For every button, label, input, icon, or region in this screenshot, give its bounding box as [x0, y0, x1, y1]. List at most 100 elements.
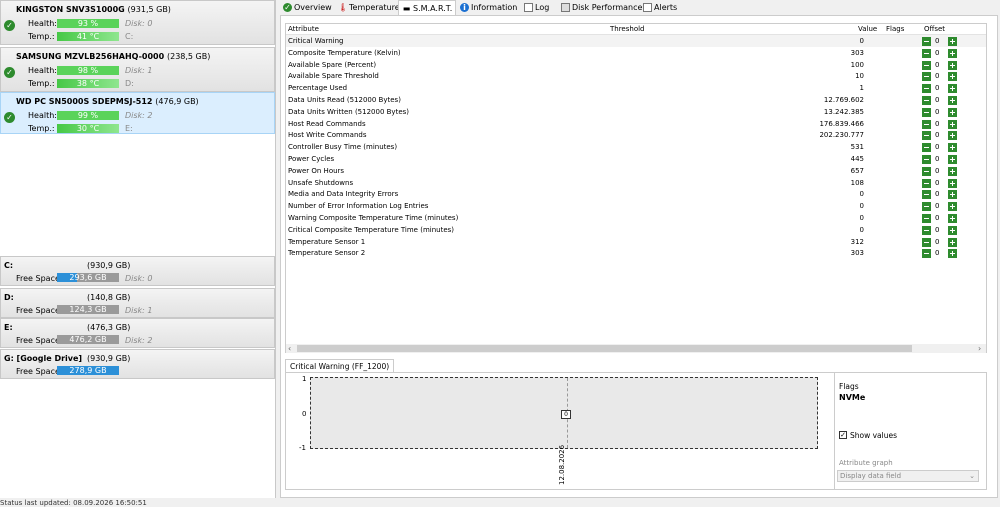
decrement-icon[interactable] [922, 214, 931, 223]
table-header: Attribute Threshold Value Flags Offset [286, 24, 986, 35]
table-row[interactable]: Data Units Read (512000 Bytes) 12.769.60… [286, 94, 986, 106]
offset-control: 0 [922, 201, 958, 212]
log-icon [524, 3, 533, 12]
graph-plot: 0 [310, 377, 818, 449]
volume-card[interactable]: D: (140,8 GB) Free Space 124,3 GB Disk: … [0, 288, 275, 318]
increment-icon[interactable] [948, 143, 957, 153]
offset-value: 0 [935, 225, 940, 234]
attribute-graph-select[interactable]: Display data field ⌄ [837, 470, 979, 482]
temp-bar: 30 °C [57, 124, 119, 133]
decrement-icon[interactable] [922, 72, 931, 82]
increment-icon[interactable] [948, 72, 957, 82]
show-values-checkbox[interactable]: ✓ [839, 431, 847, 439]
col-value[interactable]: Value [858, 25, 877, 33]
tab-disk-performance[interactable]: Disk Performance [558, 0, 642, 15]
increment-icon[interactable] [948, 249, 957, 259]
table-row[interactable]: Temperature Sensor 1 312 0 [286, 236, 986, 248]
table-row[interactable]: Critical Composite Temperature Time (min… [286, 224, 986, 236]
table-row[interactable]: Temperature Sensor 2 303 0 [286, 247, 986, 259]
table-row[interactable]: Media and Data Integrity Errors 0 0 [286, 188, 986, 200]
table-row[interactable]: Unsafe Shutdowns 108 0 [286, 177, 986, 189]
decrement-icon[interactable] [922, 37, 931, 46]
tab-temperature[interactable]: 🌡 Temperature [335, 0, 400, 15]
increment-icon[interactable] [948, 237, 957, 247]
scroll-left-icon[interactable]: ‹ [288, 344, 291, 353]
increment-icon[interactable] [948, 84, 957, 94]
col-attribute[interactable]: Attribute [288, 25, 319, 33]
decrement-icon[interactable] [922, 119, 931, 129]
increment-icon[interactable] [948, 225, 957, 235]
table-row[interactable]: Available Spare (Percent) 100 0 [286, 59, 986, 71]
disk-card[interactable]: KINGSTON SNV3S1000G (931,5 GB) ✓ Health:… [0, 0, 275, 45]
offset-control: 0 [922, 154, 958, 164]
volume-card[interactable]: G: [Google Drive] (930,9 GB) Free Space … [0, 349, 275, 379]
increment-icon[interactable] [948, 48, 957, 58]
col-offset[interactable]: Offset [924, 25, 945, 33]
increment-icon[interactable] [948, 107, 957, 117]
thermometer-icon: 🌡 [338, 3, 349, 12]
increment-icon[interactable] [948, 60, 957, 70]
increment-icon[interactable] [948, 214, 957, 223]
decrement-icon[interactable] [922, 143, 931, 153]
tab-information[interactable]: i Information [457, 0, 517, 15]
tab-overview[interactable]: ✓ Overview [280, 0, 332, 15]
increment-icon[interactable] [948, 155, 957, 164]
decrement-icon[interactable] [922, 202, 931, 212]
decrement-icon[interactable] [922, 237, 931, 247]
col-threshold[interactable]: Threshold [610, 25, 645, 33]
attribute-name: Temperature Sensor 2 [288, 249, 366, 258]
increment-icon[interactable] [948, 190, 957, 200]
table-row[interactable]: Host Read Commands 176.839.466 0 [286, 118, 986, 130]
scroll-thumb[interactable] [297, 345, 912, 352]
table-row[interactable]: Controller Busy Time (minutes) 531 0 [286, 141, 986, 153]
table-row[interactable]: Critical Warning 0 0 [286, 35, 986, 47]
tab-log[interactable]: Log [521, 0, 549, 15]
table-row[interactable]: Data Units Written (512000 Bytes) 13.242… [286, 106, 986, 118]
attribute-name: Warning Composite Temperature Time (minu… [288, 214, 459, 222]
decrement-icon[interactable] [922, 48, 931, 58]
table-row[interactable]: Number of Error Information Log Entries … [286, 200, 986, 212]
increment-icon[interactable] [948, 37, 957, 46]
decrement-icon[interactable] [922, 107, 931, 117]
show-values-label[interactable]: Show values [850, 431, 897, 440]
increment-icon[interactable] [948, 96, 957, 105]
decrement-icon[interactable] [922, 166, 931, 176]
decrement-icon[interactable] [922, 155, 931, 164]
offset-control: 0 [922, 36, 958, 46]
table-row[interactable]: Power Cycles 445 0 [286, 153, 986, 165]
disk-card[interactable]: WD PC SN5000S SDEPMSJ-512 (476,9 GB) ✓ H… [0, 92, 275, 134]
table-row[interactable]: Warning Composite Temperature Time (minu… [286, 212, 986, 224]
increment-icon[interactable] [948, 131, 957, 141]
health-bar: 99 % [57, 111, 119, 120]
table-row[interactable]: Composite Temperature (Kelvin) 303 0 [286, 47, 986, 59]
tab-alerts[interactable]: Alerts [640, 0, 677, 15]
disk-card[interactable]: SAMSUNG MZVLB256HAHQ-0000 (238,5 GB) ✓ H… [0, 47, 275, 92]
health-bar: 93 % [57, 19, 119, 28]
decrement-icon[interactable] [922, 190, 931, 200]
table-row[interactable]: Host Write Commands 202.230.777 0 [286, 129, 986, 141]
decrement-icon[interactable] [922, 60, 931, 70]
decrement-icon[interactable] [922, 84, 931, 94]
horizontal-scrollbar[interactable]: ‹ › [286, 344, 986, 353]
attribute-value: 531 [850, 143, 864, 152]
offset-value: 0 [935, 155, 940, 163]
decrement-icon[interactable] [922, 225, 931, 235]
table-row[interactable]: Power On Hours 657 0 [286, 165, 986, 177]
tab-smart[interactable]: ▬ S.M.A.R.T. [398, 0, 456, 16]
decrement-icon[interactable] [922, 249, 931, 259]
volume-card[interactable]: C: (930,9 GB) Free Space 293,6 GB Disk: … [0, 256, 275, 286]
table-row[interactable]: Available Spare Threshold 10 0 [286, 70, 986, 82]
graph-tab[interactable]: Critical Warning (FF_1200) [285, 359, 395, 372]
decrement-icon[interactable] [922, 178, 931, 188]
health-label: Health: [28, 19, 57, 28]
col-flags[interactable]: Flags [886, 25, 904, 33]
increment-icon[interactable] [948, 166, 957, 176]
decrement-icon[interactable] [922, 96, 931, 105]
scroll-right-icon[interactable]: › [978, 344, 981, 353]
increment-icon[interactable] [948, 202, 957, 212]
decrement-icon[interactable] [922, 131, 931, 141]
table-row[interactable]: Percentage Used 1 0 [286, 82, 986, 94]
increment-icon[interactable] [948, 119, 957, 129]
volume-card[interactable]: E: (476,3 GB) Free Space 476,2 GB Disk: … [0, 318, 275, 348]
increment-icon[interactable] [948, 178, 957, 188]
